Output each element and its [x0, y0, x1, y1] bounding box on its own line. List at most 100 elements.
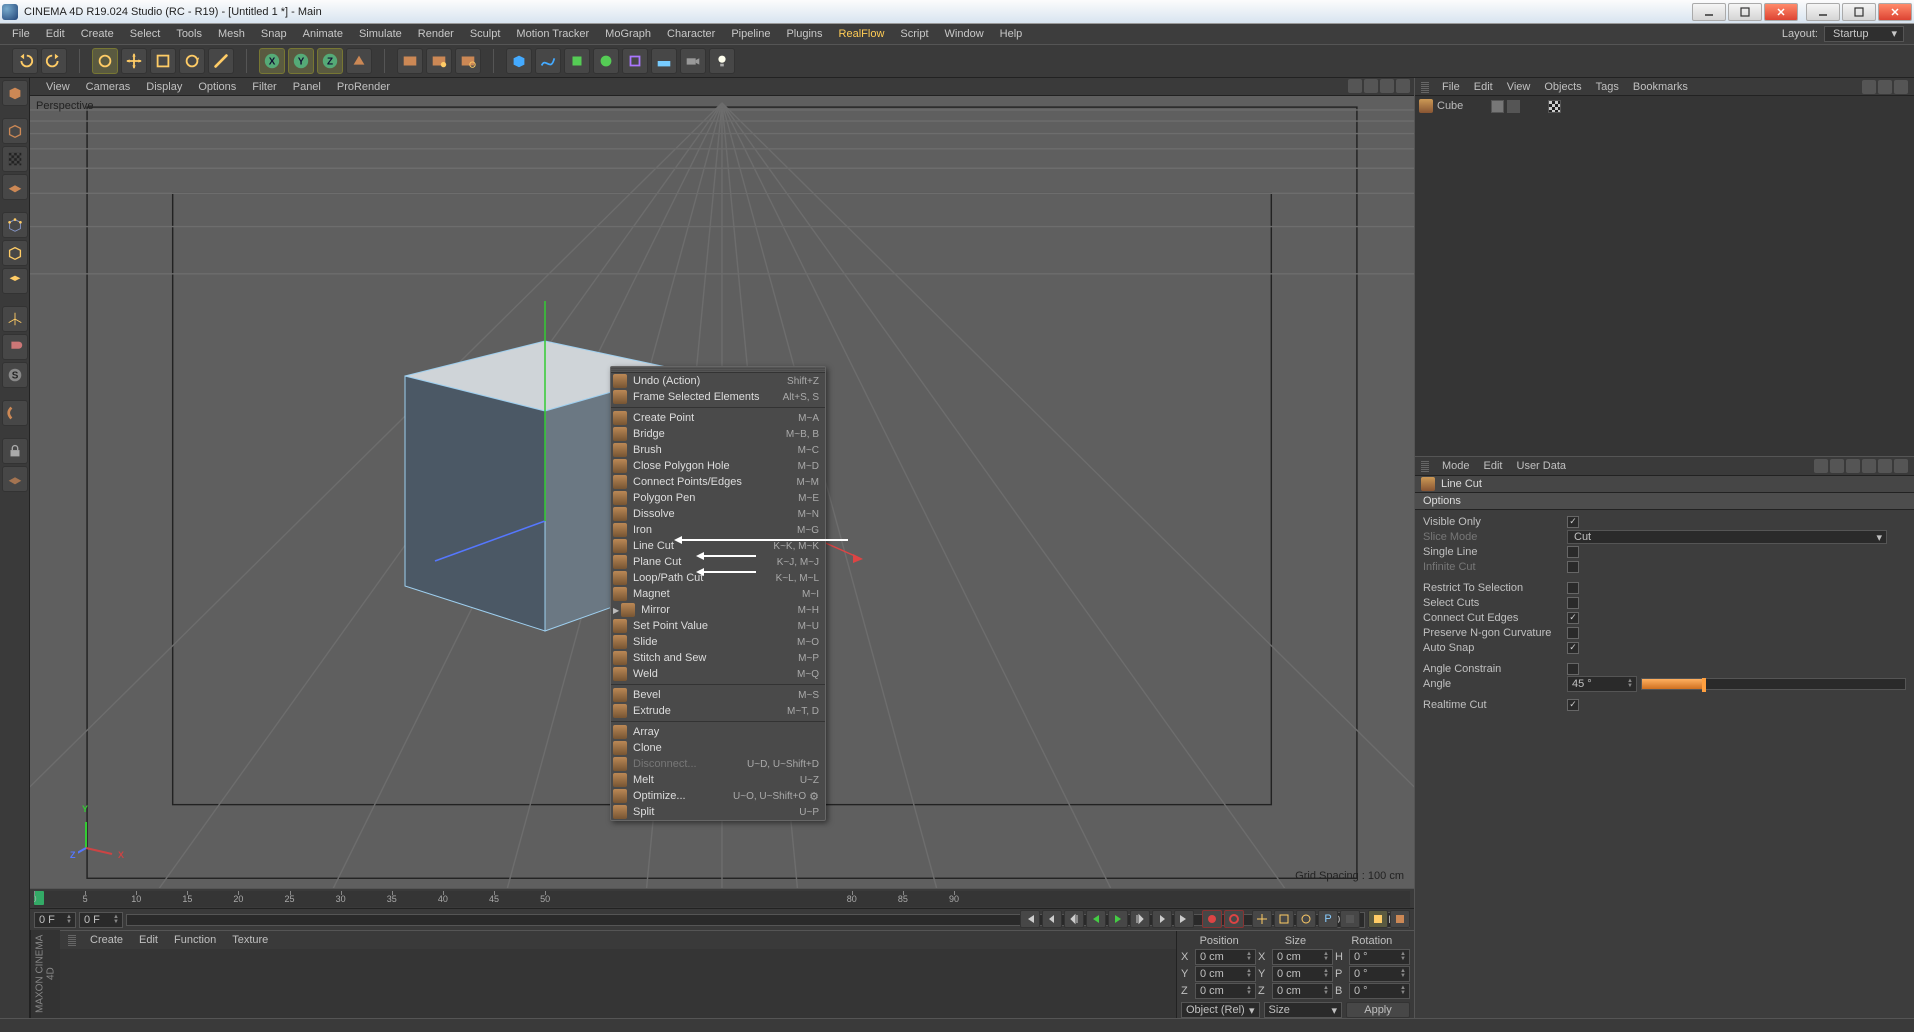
add-light[interactable]	[709, 48, 735, 74]
menu-pipeline[interactable]: Pipeline	[723, 24, 778, 44]
menu-plugins[interactable]: Plugins	[778, 24, 830, 44]
coord-B-rot[interactable]: 0 °▲▼	[1349, 983, 1410, 999]
checkbox[interactable]	[1567, 612, 1579, 624]
menu-edit[interactable]: Edit	[38, 24, 73, 44]
checkbox[interactable]	[1567, 699, 1579, 711]
doc-close-button[interactable]	[1878, 3, 1912, 21]
keymode-1[interactable]	[1368, 910, 1388, 928]
checkbox[interactable]	[1567, 516, 1579, 528]
window-minimize-button[interactable]	[1692, 3, 1726, 21]
ctx-bridge[interactable]: BridgeM~B, B	[611, 426, 825, 442]
objmgr-icon-2[interactable]	[1878, 80, 1892, 94]
make-editable[interactable]	[2, 80, 28, 106]
checkbox[interactable]	[1567, 561, 1579, 573]
viewport-icon-1[interactable]	[1348, 79, 1362, 93]
obj-visibility-tag[interactable]	[1491, 100, 1504, 113]
polygon-mode[interactable]	[2, 268, 28, 294]
attr-menu-user-data[interactable]: User Data	[1510, 460, 1574, 472]
workplane-snap[interactable]	[2, 400, 28, 426]
ctx-stitch-and-sew[interactable]: Stitch and SewM~P	[611, 650, 825, 666]
menu-select[interactable]: Select	[122, 24, 169, 44]
attr-nav-icon-1[interactable]	[1830, 459, 1844, 473]
viewport-icon-2[interactable]	[1364, 79, 1378, 93]
menu-simulate[interactable]: Simulate	[351, 24, 410, 44]
snap-toggle[interactable]: S	[2, 362, 28, 388]
step-forward[interactable]	[1130, 910, 1150, 928]
coord-Z-size[interactable]: 0 cm▲▼	[1272, 983, 1333, 999]
ctx-set-point-value[interactable]: Set Point ValueM~U	[611, 618, 825, 634]
add-cube[interactable]	[506, 48, 532, 74]
rotate-tool[interactable]	[179, 48, 205, 74]
checkbox[interactable]	[1567, 597, 1579, 609]
viewport-menu-filter[interactable]: Filter	[244, 81, 284, 93]
coord-system[interactable]	[346, 48, 372, 74]
ctx-array[interactable]: Array	[611, 724, 825, 740]
viewport-menu-cameras[interactable]: Cameras	[78, 81, 139, 93]
ctx-brush[interactable]: BrushM~C	[611, 442, 825, 458]
objmgr-menu-objects[interactable]: Objects	[1537, 81, 1588, 93]
coord-P-rot[interactable]: 0 °▲▼	[1349, 966, 1410, 982]
ctx-create-point[interactable]: Create PointM~A	[611, 410, 825, 426]
ctx-slide[interactable]: SlideM~O	[611, 634, 825, 650]
add-generator2[interactable]	[593, 48, 619, 74]
add-generator[interactable]	[564, 48, 590, 74]
obj-render-tag[interactable]	[1507, 100, 1520, 113]
key-rot[interactable]	[1296, 910, 1316, 928]
menu-realflow[interactable]: RealFlow	[831, 24, 893, 44]
menu-animate[interactable]: Animate	[295, 24, 351, 44]
attr-nav-icon-0[interactable]	[1814, 459, 1828, 473]
objmgr-menu-view[interactable]: View	[1500, 81, 1538, 93]
planar-workplane[interactable]	[2, 466, 28, 492]
window-maximize-button[interactable]	[1728, 3, 1762, 21]
x-axis-lock[interactable]: X	[259, 48, 285, 74]
objmgr-icon-3[interactable]	[1894, 80, 1908, 94]
goto-next-key[interactable]	[1152, 910, 1172, 928]
context-menu[interactable]: Undo (Action)Shift+ZFrame Selected Eleme…	[610, 366, 826, 821]
render-settings[interactable]	[455, 48, 481, 74]
key-scale[interactable]	[1274, 910, 1294, 928]
add-environment[interactable]	[651, 48, 677, 74]
viewport-menu-display[interactable]: Display	[138, 81, 190, 93]
coord-X-size[interactable]: 0 cm▲▼	[1272, 949, 1333, 965]
layout-dropdown[interactable]: Startup	[1824, 26, 1904, 42]
ctx-bevel[interactable]: BevelM~S	[611, 687, 825, 703]
key-pla[interactable]	[1340, 910, 1360, 928]
key-param[interactable]: P	[1318, 910, 1338, 928]
numfield[interactable]: 45 °▲▼	[1567, 676, 1637, 692]
objmgr-menu-edit[interactable]: Edit	[1467, 81, 1500, 93]
step-back[interactable]	[1064, 910, 1084, 928]
menu-mograph[interactable]: MoGraph	[597, 24, 659, 44]
slider[interactable]	[1641, 678, 1906, 690]
checkbox[interactable]	[1567, 627, 1579, 639]
objmgr-menu-tags[interactable]: Tags	[1589, 81, 1626, 93]
live-select-tool[interactable]	[92, 48, 118, 74]
goto-prev-key[interactable]	[1042, 910, 1062, 928]
range-start[interactable]: 0 F▲▼	[34, 912, 76, 928]
objmgr-menu-file[interactable]: File	[1435, 81, 1467, 93]
y-axis-lock[interactable]: Y	[288, 48, 314, 74]
ctx-polygon-pen[interactable]: Polygon PenM~E	[611, 490, 825, 506]
ctx-iron[interactable]: IronM~G	[611, 522, 825, 538]
viewport-solo[interactable]	[2, 334, 28, 360]
attr-nav-icon-5[interactable]	[1894, 459, 1908, 473]
play-forward[interactable]	[1108, 910, 1128, 928]
viewport-menu-prorender[interactable]: ProRender	[329, 81, 398, 93]
add-deformer[interactable]	[622, 48, 648, 74]
checkbox[interactable]	[1567, 546, 1579, 558]
menu-motion-tracker[interactable]: Motion Tracker	[508, 24, 597, 44]
phong-tag[interactable]	[1548, 100, 1561, 113]
ctx-clone[interactable]: Clone	[611, 740, 825, 756]
menu-create[interactable]: Create	[73, 24, 122, 44]
model-mode[interactable]	[2, 118, 28, 144]
goto-start[interactable]	[1020, 910, 1040, 928]
doc-maximize-button[interactable]	[1842, 3, 1876, 21]
undo-button[interactable]	[12, 48, 38, 74]
material-menu-function[interactable]: Function	[166, 934, 224, 946]
menu-mesh[interactable]: Mesh	[210, 24, 253, 44]
object-manager-tree[interactable]: Cube	[1415, 96, 1914, 456]
menu-tools[interactable]: Tools	[168, 24, 210, 44]
render-view[interactable]	[397, 48, 423, 74]
ctx-magnet[interactable]: MagnetM~I	[611, 586, 825, 602]
menu-window[interactable]: Window	[937, 24, 992, 44]
ctx-optimize-[interactable]: Optimize...U~O, U~Shift+O⚙	[611, 788, 825, 804]
